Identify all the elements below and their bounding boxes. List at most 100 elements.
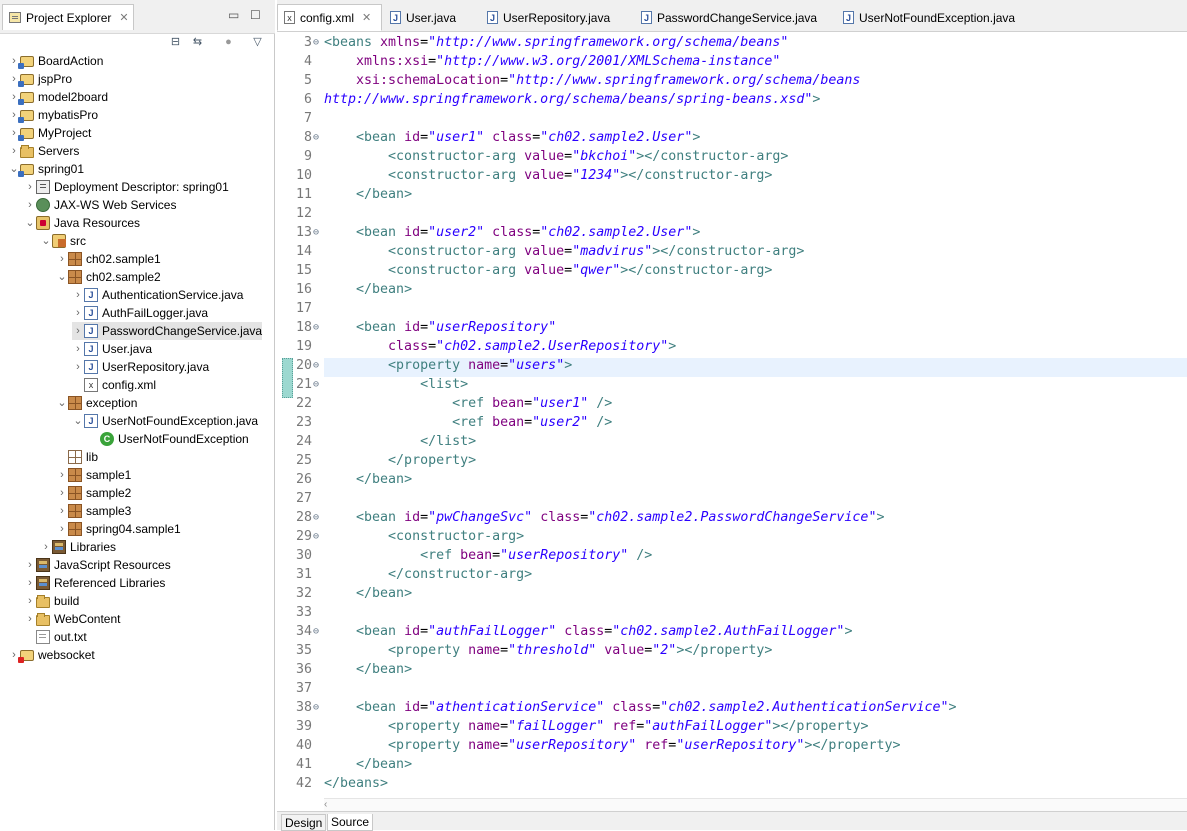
chevron-right-icon[interactable]: › — [56, 520, 68, 538]
fold-icon[interactable]: ⊖ — [313, 132, 319, 143]
chevron-right-icon[interactable]: › — [40, 538, 52, 556]
mode-tab[interactable]: Design — [281, 814, 327, 831]
tree-item[interactable]: › Servers — [8, 142, 79, 160]
code-line[interactable]: <ref bean="user1" /> — [324, 396, 612, 411]
fold-icon[interactable]: ⊖ — [313, 702, 319, 713]
tree-item[interactable]: C UserNotFoundException — [88, 430, 249, 448]
tree-item[interactable]: out.txt — [24, 628, 87, 646]
tree-item[interactable]: › jspPro — [8, 70, 72, 88]
editor-tab[interactable]: J PasswordChangeService.java — [635, 4, 835, 31]
code-line[interactable]: <property name="userRepository" ref="use… — [324, 738, 900, 753]
fold-icon[interactable]: ⊖ — [313, 37, 319, 48]
chevron-right-icon[interactable]: › — [56, 502, 68, 520]
fold-icon[interactable]: ⊖ — [313, 227, 319, 238]
tree-item[interactable]: › JavaScript Resources — [24, 556, 171, 574]
horizontal-scrollbar[interactable]: ‹ — [324, 798, 1187, 811]
code-line[interactable]: </bean> — [324, 472, 412, 487]
chevron-right-icon[interactable]: › — [24, 574, 36, 592]
code-line[interactable]: </bean> — [324, 662, 412, 677]
chevron-down-icon[interactable]: ⌄ — [24, 214, 36, 232]
code-line[interactable]: </constructor-arg> — [324, 567, 532, 582]
tree-item[interactable]: › model2board — [8, 88, 108, 106]
tree-item[interactable]: › Referenced Libraries — [24, 574, 165, 592]
fold-icon[interactable]: ⊖ — [313, 626, 319, 637]
tree-item[interactable]: › Libraries — [40, 538, 116, 556]
editor-tab[interactable]: J UserNotFoundException.java — [837, 4, 1027, 31]
tree-item[interactable]: ⌄ spring01 — [8, 160, 84, 178]
chevron-right-icon[interactable]: › — [72, 304, 84, 322]
code-line[interactable]: <property name="threshold" value="2"></p… — [324, 643, 772, 658]
code-line[interactable]: <property name="users"> — [324, 358, 572, 373]
code-line[interactable]: <constructor-arg> — [324, 529, 524, 544]
collapse-all-icon[interactable]: ⊟ — [169, 36, 182, 49]
scroll-left-icon[interactable]: ‹ — [324, 799, 327, 810]
view-menu-icon[interactable]: ▽ — [251, 36, 264, 49]
tab-project-explorer[interactable]: Project Explorer ✕ — [2, 4, 134, 30]
fold-icon[interactable]: ⊖ — [313, 512, 319, 523]
link-with-editor-icon[interactable]: ⇆ — [191, 36, 204, 49]
maximize-icon[interactable]: ☐ — [250, 8, 261, 22]
tree-item[interactable]: ⌄ exception — [56, 394, 137, 412]
code-editor[interactable]: 3 ⊖ <beans xmlns="http://www.springframewo… — [277, 32, 1187, 798]
minimize-icon[interactable]: ▭ — [228, 8, 239, 22]
code-line[interactable]: http://www.springframework.org/schema/be… — [324, 92, 820, 107]
tree-item[interactable]: › J UserRepository.java — [72, 358, 209, 376]
code-line[interactable]: </bean> — [324, 586, 412, 601]
code-line[interactable]: <beans xmlns="http://www.springframework… — [324, 35, 788, 50]
code-line[interactable]: </bean> — [324, 282, 412, 297]
chevron-right-icon[interactable]: › — [72, 322, 84, 340]
tree-item[interactable]: ⌄ src — [40, 232, 86, 250]
tree-item[interactable]: › sample1 — [56, 466, 131, 484]
code-line[interactable]: class="ch02.sample2.UserRepository"> — [324, 339, 676, 354]
tree-item[interactable]: x config.xml — [72, 376, 156, 394]
tree-item[interactable]: › mybatisPro — [8, 106, 98, 124]
code-line[interactable]: <property name="failLogger" ref="authFai… — [324, 719, 868, 734]
tree-item[interactable]: › websocket — [8, 646, 95, 664]
code-line[interactable]: <bean id="authFailLogger" class="ch02.sa… — [324, 624, 852, 639]
tree-item[interactable]: › MyProject — [8, 124, 91, 142]
tree-item[interactable]: › spring04.sample1 — [56, 520, 181, 538]
chevron-right-icon[interactable]: › — [72, 286, 84, 304]
code-line[interactable]: </list> — [324, 434, 476, 449]
fold-icon[interactable]: ⊖ — [313, 322, 319, 333]
chevron-right-icon[interactable]: › — [56, 250, 68, 268]
code-line[interactable]: <bean id="pwChangeSvc" class="ch02.sampl… — [324, 510, 884, 525]
code-line[interactable]: </property> — [324, 453, 476, 468]
code-line[interactable]: <bean id="userRepository" — [324, 320, 556, 335]
tree-item[interactable]: › J AuthFailLogger.java — [72, 304, 208, 322]
chevron-right-icon[interactable]: › — [24, 556, 36, 574]
code-line[interactable]: <bean id="user2" class="ch02.sample2.Use… — [324, 225, 700, 240]
chevron-down-icon[interactable]: ⌄ — [40, 232, 52, 250]
code-line[interactable]: </beans> — [324, 776, 388, 791]
code-line[interactable]: xmlns:xsi="http://www.w3.org/2001/XMLSch… — [324, 54, 780, 69]
chevron-right-icon[interactable]: › — [24, 610, 36, 628]
tree-item[interactable]: › WebContent — [24, 610, 120, 628]
tree-item[interactable]: › Deployment Descriptor: spring01 — [24, 178, 229, 196]
close-icon[interactable]: ✕ — [362, 11, 371, 24]
chevron-right-icon[interactable]: › — [56, 484, 68, 502]
chevron-down-icon[interactable]: ⌄ — [56, 394, 68, 412]
code-line[interactable]: </bean> — [324, 187, 412, 202]
tree-item[interactable]: ⌄ ch02.sample2 — [56, 268, 161, 286]
code-line[interactable]: <ref bean="user2" /> — [324, 415, 612, 430]
code-line[interactable]: <constructor-arg value="1234"></construc… — [324, 168, 772, 183]
code-line[interactable]: xsi:schemaLocation="http://www.springfra… — [324, 73, 860, 88]
tree-item[interactable]: › sample3 — [56, 502, 131, 520]
chevron-down-icon[interactable]: ⌄ — [56, 268, 68, 286]
fold-icon[interactable]: ⊖ — [313, 379, 319, 390]
close-icon[interactable]: ✕ — [119, 11, 128, 24]
fold-icon[interactable]: ⊖ — [313, 360, 319, 371]
chevron-right-icon[interactable]: › — [24, 178, 36, 196]
tree-item[interactable]: ⌄ Java Resources — [24, 214, 140, 232]
tree-item[interactable]: › sample2 — [56, 484, 131, 502]
code-line[interactable]: <constructor-arg value="qwer"></construc… — [324, 263, 772, 278]
chevron-right-icon[interactable]: › — [72, 340, 84, 358]
editor-tab[interactable]: x config.xml ✕ — [277, 4, 382, 31]
chevron-right-icon[interactable]: › — [24, 592, 36, 610]
focus-icon[interactable]: ● — [222, 36, 235, 49]
chevron-right-icon[interactable]: › — [56, 466, 68, 484]
tree-item[interactable]: › BoardAction — [8, 52, 103, 70]
code-line[interactable]: <ref bean="userRepository" /> — [324, 548, 652, 563]
tree-item[interactable]: › J PasswordChangeService.java — [72, 322, 263, 340]
editor-tab[interactable]: J UserRepository.java — [481, 4, 633, 31]
